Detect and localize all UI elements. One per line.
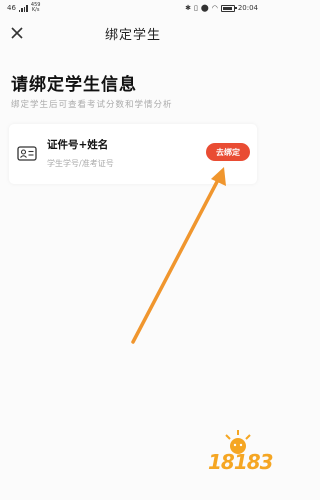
carrier-label: 46 xyxy=(7,4,16,12)
status-left: 46 459 K/s xyxy=(7,3,40,13)
nav-bar: 绑定学生 xyxy=(0,18,266,48)
location-icon: ⬤ xyxy=(200,4,209,12)
page-title: 绑定学生 xyxy=(104,27,161,43)
signal-icon xyxy=(18,4,28,12)
go-bind-button[interactable]: 去绑定 xyxy=(206,143,250,161)
id-card-icon xyxy=(17,146,37,161)
vibrate-icon: ▯ xyxy=(194,4,198,12)
wifi-icon: ◠ xyxy=(211,4,218,12)
card-title: 证件号+姓名 xyxy=(47,139,109,151)
status-right: ✱ ▯ ⬤ ◠ 20:04 xyxy=(185,4,258,12)
status-bar: 46 459 K/s ✱ ▯ ⬤ ◠ 20:04 xyxy=(0,0,266,16)
watermark-text: 18183 xyxy=(208,450,274,474)
battery-icon xyxy=(220,4,237,12)
card-subtitle: 学生学号/准考证号 xyxy=(47,159,114,168)
bind-subheading: 绑定学生后可查看考试分数和学情分析 xyxy=(11,100,173,110)
bluetooth-icon: ✱ xyxy=(185,4,191,12)
network-speed-unit: K/s xyxy=(31,7,40,13)
watermark-logo: 18183 xyxy=(208,426,274,494)
id-name-card[interactable]: 证件号+姓名 学生学号/准考证号 去绑定 xyxy=(9,124,257,184)
bind-heading: 请绑定学生信息 xyxy=(11,75,137,95)
close-icon[interactable] xyxy=(8,21,28,45)
network-speed: 459 K/s xyxy=(31,3,41,13)
clock: 20:04 xyxy=(237,4,258,12)
